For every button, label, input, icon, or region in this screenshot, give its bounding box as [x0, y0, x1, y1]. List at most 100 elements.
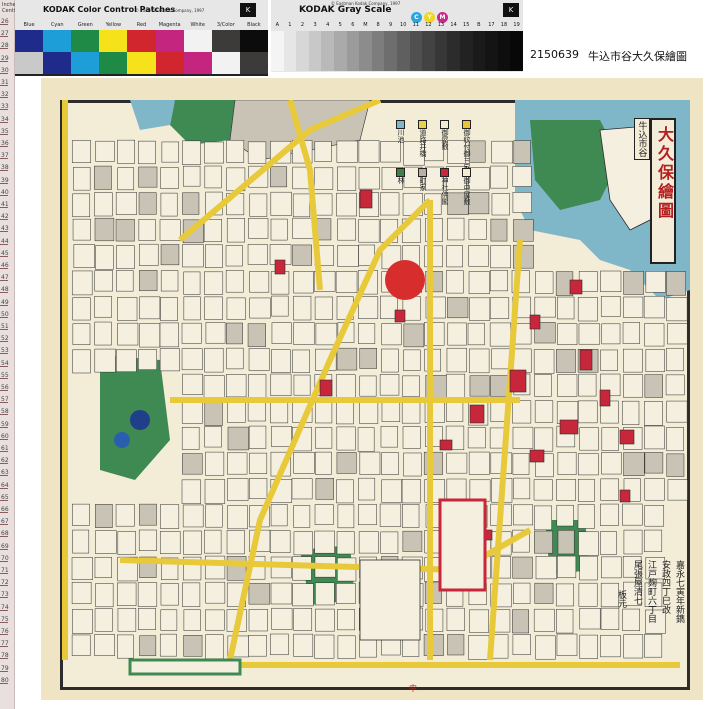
- color-patch-label: Blue: [23, 22, 35, 28]
- city-block: [469, 375, 490, 397]
- city-block: [226, 530, 245, 555]
- city-block: [161, 141, 180, 163]
- city-block: [270, 633, 289, 656]
- city-block: [159, 633, 177, 657]
- city-block: [159, 348, 180, 372]
- city-block: [665, 374, 685, 396]
- color-patch: [127, 30, 156, 52]
- ruler-number: 61: [1, 445, 9, 452]
- city-block: [666, 427, 684, 452]
- city-block: [204, 529, 222, 554]
- city-block: [358, 167, 380, 190]
- city-block: [313, 167, 334, 190]
- city-block: [271, 295, 289, 317]
- forest-shrine: [130, 410, 150, 430]
- city-block: [247, 323, 266, 347]
- ruler-number: 42: [1, 213, 9, 221]
- city-block: [490, 245, 511, 269]
- city-block: [293, 374, 311, 396]
- ruler-number: 44: [1, 237, 9, 245]
- city-block: [645, 271, 666, 293]
- city-block: [71, 557, 93, 580]
- city-block: [468, 219, 487, 240]
- city-block: [138, 140, 156, 165]
- city-block: [227, 426, 249, 451]
- city-block: [94, 556, 112, 578]
- gray-step-patch: [485, 31, 498, 71]
- city-block: [270, 218, 288, 241]
- ruler-number: 29: [1, 54, 9, 62]
- city-block: [117, 582, 137, 606]
- city-block: [601, 427, 619, 451]
- ruler-number: 26: [1, 18, 9, 25]
- city-block: [72, 349, 91, 374]
- city-block: [600, 349, 618, 371]
- ruler-number: 50: [1, 310, 9, 318]
- city-block: [513, 582, 531, 604]
- city-block: [292, 583, 314, 607]
- city-block: [94, 348, 116, 373]
- city-block: [601, 323, 621, 345]
- city-block: [293, 608, 313, 631]
- edo-district-map: [62, 100, 690, 676]
- city-block: [556, 609, 574, 634]
- ruler-number: 31: [1, 79, 9, 86]
- city-block: [270, 504, 288, 527]
- legend-label: 町家: [419, 177, 427, 191]
- city-block: [666, 347, 684, 372]
- city-block: [358, 323, 376, 344]
- color-card-copyright: © Eastman Kodak Company, 1997: [135, 8, 205, 13]
- city-block: [159, 531, 181, 554]
- gray-step-patch: [384, 31, 397, 71]
- city-block: [226, 140, 245, 163]
- ruler-number: 55: [1, 371, 9, 379]
- ruler-number: 66: [1, 506, 9, 513]
- city-block: [205, 504, 223, 528]
- city-block: [468, 635, 490, 660]
- city-block: [402, 375, 420, 397]
- color-patch-label: Magenta: [158, 22, 181, 28]
- city-block: [512, 634, 531, 655]
- city-block: [314, 530, 335, 554]
- city-block: [205, 322, 226, 344]
- city-block: [358, 531, 379, 554]
- city-block: [512, 453, 530, 475]
- city-block: [666, 400, 688, 423]
- city-block: [183, 271, 201, 295]
- gray-step-label: 11: [412, 22, 420, 28]
- color-patch: [183, 30, 212, 52]
- map-title-cartouche: 大久保繪圖: [650, 118, 676, 264]
- city-block: [249, 452, 268, 474]
- gray-step-patch: [497, 31, 511, 71]
- city-block: [513, 477, 531, 500]
- color-patch-row-bottom: [15, 52, 268, 74]
- legend-swatch: [418, 168, 427, 177]
- city-block: [533, 608, 555, 632]
- city-block: [204, 401, 223, 426]
- ruler-number: 52: [1, 335, 9, 343]
- publisher-colophon: 板元 嘉永七寅年新鐫 安政四丁巳改 江戸麹町六丁目 尾張屋清七: [615, 560, 685, 680]
- city-block: [204, 296, 223, 320]
- color-patch: [211, 30, 240, 52]
- city-block: [621, 400, 640, 425]
- color-patch: [155, 30, 184, 52]
- city-block: [117, 634, 134, 659]
- ruler-number: 56: [1, 384, 9, 391]
- gray-step-label: 18: [500, 22, 508, 28]
- city-block: [577, 400, 598, 424]
- city-block: [445, 400, 464, 422]
- city-block: [138, 192, 157, 215]
- city-block: [160, 244, 180, 266]
- city-block: [336, 347, 358, 371]
- city-block: [226, 556, 247, 581]
- city-block: [469, 479, 491, 502]
- city-block: [314, 634, 335, 659]
- city-block: [600, 503, 619, 526]
- city-block: [314, 141, 332, 162]
- city-block: [116, 245, 135, 270]
- city-block: [380, 531, 399, 554]
- city-block: [579, 555, 598, 581]
- city-block: [95, 140, 115, 162]
- city-block: [204, 555, 226, 580]
- gray-step-patch: [371, 31, 385, 71]
